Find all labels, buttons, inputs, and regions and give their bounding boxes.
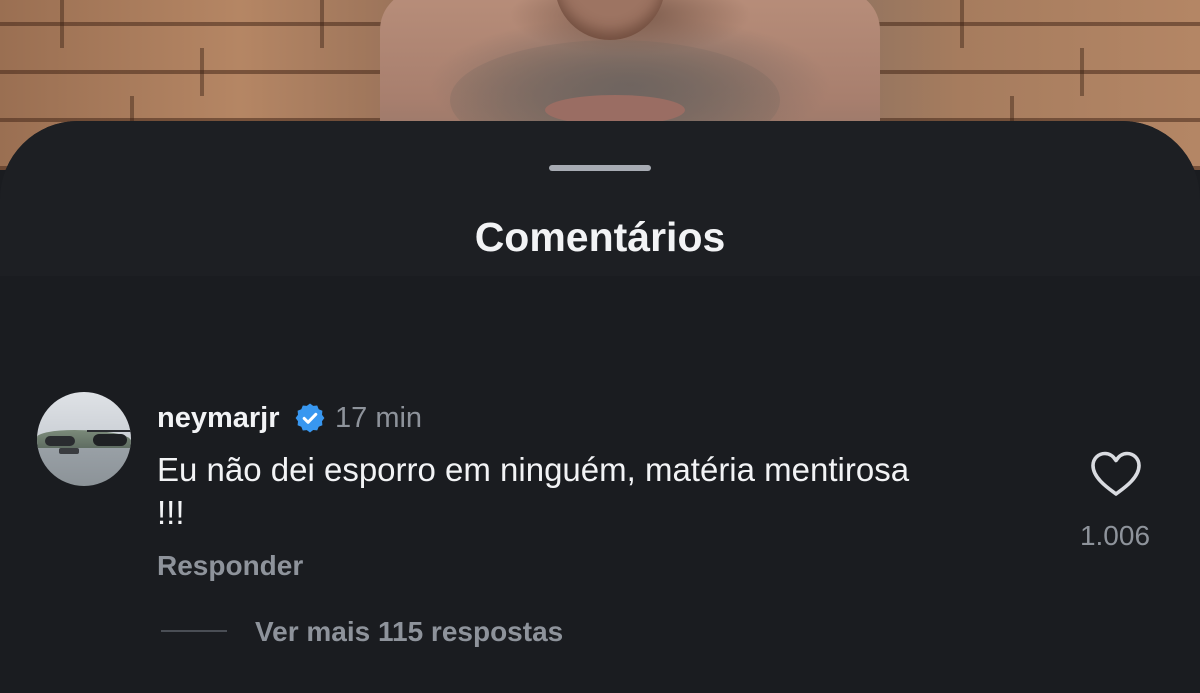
like-count: 1.006: [1079, 520, 1151, 551]
view-more-replies-button[interactable]: Ver mais 115 respostas: [255, 614, 563, 650]
avatar-helicopter-rotor: [87, 430, 131, 432]
brick-joint: [1080, 48, 1084, 96]
brick-joint: [960, 0, 964, 48]
sheet-title: Comentários: [474, 214, 726, 260]
comment-timestamp: 17 min: [335, 402, 423, 434]
avatar-helicopter: [45, 436, 75, 446]
comment-username[interactable]: neymarjr: [157, 401, 280, 435]
replies-divider: [161, 630, 227, 632]
brick-joint: [320, 0, 324, 48]
avatar-car: [59, 448, 79, 454]
avatar-helicopter: [93, 434, 127, 446]
reels-screen: Comentários neymarjr 17 min Eu não dei e…: [0, 0, 1200, 693]
sheet-grab-handle[interactable]: [549, 165, 651, 171]
brick-joint: [200, 48, 204, 96]
avatar[interactable]: [37, 392, 131, 486]
comments-sheet-header: Comentários: [0, 121, 1200, 276]
heart-icon[interactable]: [1089, 450, 1143, 498]
reply-button[interactable]: Responder: [157, 548, 303, 584]
brick-joint: [60, 0, 64, 48]
comment-text: Eu não dei esporro em ninguém, matéria m…: [157, 451, 910, 531]
verified-badge-icon: [295, 403, 325, 433]
